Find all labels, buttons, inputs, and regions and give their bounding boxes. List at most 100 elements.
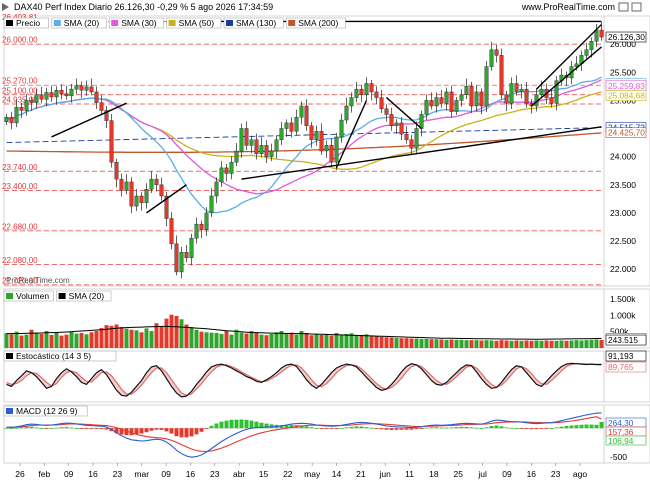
macd-histogram-bar bbox=[399, 428, 404, 430]
price-candle-body bbox=[174, 243, 179, 273]
volume-bar bbox=[374, 336, 379, 348]
volume-bar bbox=[249, 331, 254, 348]
volume-bar bbox=[404, 338, 409, 348]
x-tick-label: 09 bbox=[502, 469, 512, 479]
price-candle-body bbox=[279, 128, 284, 140]
price-candle-body bbox=[409, 139, 414, 149]
volume-bar bbox=[389, 337, 394, 348]
macd-histogram-bar bbox=[84, 428, 89, 430]
volume-bar bbox=[314, 334, 319, 348]
volume-bar bbox=[384, 337, 389, 348]
macd-histogram-bar bbox=[534, 428, 539, 430]
volume-bar bbox=[149, 331, 154, 348]
price-candle-body bbox=[439, 97, 444, 104]
macd-histogram-bar bbox=[529, 428, 534, 430]
price-candle-body bbox=[484, 66, 489, 107]
x-tick-label: 15 bbox=[259, 469, 269, 479]
volume-bar bbox=[9, 334, 14, 348]
volume-bar bbox=[199, 331, 204, 348]
price-candle-body bbox=[339, 119, 344, 138]
price-candle-body bbox=[464, 86, 469, 95]
x-tick-label: jul bbox=[477, 469, 487, 479]
volume-bar bbox=[519, 340, 524, 348]
volume-bar bbox=[64, 334, 69, 348]
stochastic-right-label: 91,193 bbox=[608, 351, 634, 361]
price-candle-body bbox=[214, 181, 219, 197]
macd-histogram-bar bbox=[569, 425, 574, 429]
price-candle-body bbox=[294, 117, 299, 132]
volume-bar bbox=[74, 333, 79, 348]
macd-histogram-bar bbox=[364, 427, 369, 429]
price-candle-body bbox=[449, 91, 454, 112]
price-candle-body bbox=[19, 106, 24, 111]
price-candle-body bbox=[169, 218, 174, 245]
price-candle-body bbox=[159, 184, 164, 197]
price-candle-body bbox=[274, 139, 279, 152]
price-candle-body bbox=[184, 252, 189, 259]
x-tick-label: abr bbox=[233, 469, 245, 479]
chart-title: DAX40 Perf Index Diario 26.126,30 -0,29 … bbox=[14, 2, 273, 12]
volume-bar bbox=[569, 340, 574, 348]
price-candle-body bbox=[359, 88, 364, 95]
volume-bar bbox=[399, 338, 404, 348]
macd-histogram-bar bbox=[239, 419, 244, 429]
macd-histogram-bar bbox=[479, 428, 484, 429]
macd-y-tick: -500 bbox=[610, 452, 627, 462]
macd-histogram-bar bbox=[599, 421, 604, 429]
volume-bar bbox=[164, 318, 169, 348]
volume-bar bbox=[59, 335, 64, 348]
macd-histogram-bar bbox=[74, 428, 79, 429]
macd-histogram-bar bbox=[474, 427, 479, 429]
x-tick-label: feb bbox=[38, 469, 50, 479]
volume-bar bbox=[534, 340, 539, 348]
price-candle-body bbox=[319, 131, 324, 152]
price-candle-body bbox=[314, 131, 319, 140]
volume-bar bbox=[234, 329, 239, 348]
price-candle-body bbox=[134, 195, 139, 207]
macd-histogram-bar bbox=[384, 428, 389, 430]
price-candle-body bbox=[199, 223, 204, 230]
volume-bar bbox=[504, 340, 509, 348]
volume-bar bbox=[144, 328, 149, 348]
price-y-tick: 23.500 bbox=[610, 180, 636, 190]
macd-histogram-bar bbox=[554, 427, 559, 429]
macd-histogram-bar bbox=[594, 424, 599, 429]
volume-bar bbox=[524, 340, 529, 348]
volume-bar bbox=[559, 340, 564, 348]
volume-bar bbox=[309, 335, 314, 348]
price-right-label: 25.084,68 bbox=[608, 91, 645, 101]
volume-bar bbox=[339, 334, 344, 348]
price-ref-label: 22.680,00 bbox=[2, 222, 38, 231]
price-candle-body bbox=[344, 105, 349, 121]
x-tick-label: 09 bbox=[64, 469, 74, 479]
price-candle-body bbox=[239, 128, 244, 152]
volume-bar bbox=[409, 338, 414, 348]
macd-histogram-bar bbox=[524, 428, 529, 429]
volume-bar bbox=[324, 334, 329, 348]
price-candle-body bbox=[539, 88, 544, 95]
macd-histogram-bar bbox=[584, 424, 589, 429]
macd-histogram-bar bbox=[329, 428, 334, 429]
macd-histogram-bar bbox=[314, 428, 319, 429]
price-ref-label: 25.100,00 bbox=[2, 86, 38, 95]
macd-frame bbox=[3, 404, 650, 464]
macd-histogram-bar bbox=[369, 427, 374, 429]
volume-bar bbox=[434, 339, 439, 348]
price-candle-body bbox=[79, 85, 84, 91]
price-candle-body bbox=[249, 139, 254, 146]
volume-bar bbox=[444, 339, 449, 348]
price-y-tick: 22.000 bbox=[610, 264, 636, 274]
macd-histogram-bar bbox=[79, 428, 84, 429]
macd-legend-label: MACD (12 26 9) bbox=[16, 406, 78, 416]
macd-histogram-bar bbox=[434, 427, 439, 429]
macd-histogram-bar bbox=[344, 427, 349, 429]
stock-chart: DAX40 Perf Index Diario 26.126,30 -0,29 … bbox=[0, 0, 650, 479]
macd-histogram-bar bbox=[144, 428, 149, 433]
price-candle-body bbox=[354, 88, 359, 98]
volume-bar bbox=[489, 340, 494, 348]
macd-histogram-bar bbox=[179, 428, 184, 438]
price-candle-body bbox=[194, 223, 199, 239]
macd-histogram-bar bbox=[324, 428, 329, 429]
price-candle-body bbox=[204, 212, 209, 230]
volume-bar bbox=[39, 333, 44, 348]
